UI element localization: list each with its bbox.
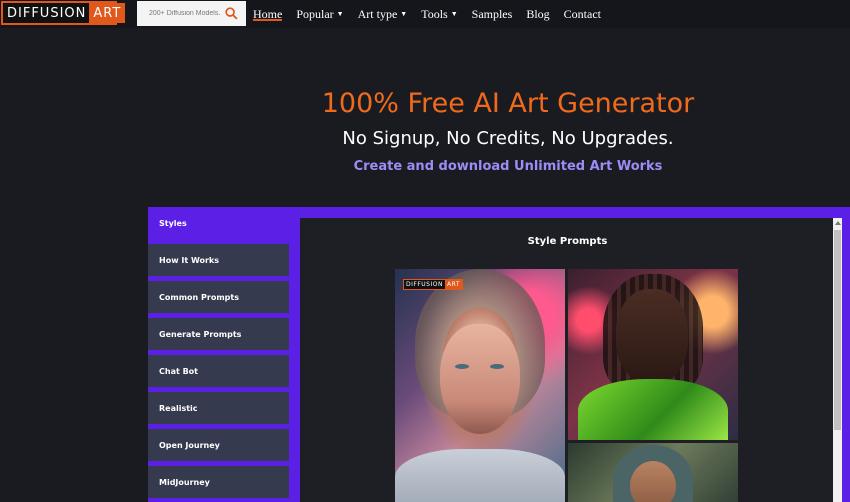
hero-title: 100% Free AI Art Generator (321, 88, 695, 119)
chevron-down-icon: ▼ (336, 10, 344, 18)
nav-tools[interactable]: Tools ▼ (421, 0, 457, 28)
content-scrollbar[interactable] (833, 218, 842, 502)
tab-midjourney[interactable]: MidJourney (148, 466, 289, 498)
top-header: DIFFUSION ART Home Popular▼ Art type▼ To… (0, 0, 850, 28)
main-nav: Home Popular ▼ Art type ▼ Tools ▼ Samples B… (253, 0, 615, 28)
tab-common-prompts[interactable]: Common Prompts (148, 281, 289, 313)
nav-samples[interactable]: Samples (472, 0, 513, 28)
content-title: Style Prompts (527, 236, 608, 247)
nav-art-type[interactable]: Art type ▼ (358, 0, 408, 28)
logo-text-accent: ART (89, 3, 126, 23)
search-icon[interactable] (225, 7, 238, 20)
nav-home[interactable]: Home (253, 0, 283, 28)
sample-image-woman-dreadlocks[interactable] (568, 269, 738, 440)
hero-subtitle: No Signup, No Credits, No Upgrades. (342, 128, 674, 149)
sample-image-woman-hood[interactable] (568, 443, 738, 502)
scroll-up-icon[interactable] (835, 221, 841, 225)
hero-cta-text: Create and download Unlimited Art Works (353, 159, 663, 174)
tabs-sidebar: Styles How It Works Common Prompts Gener… (148, 207, 289, 502)
nav-contact[interactable]: Contact (564, 0, 601, 28)
sample-image-blonde-woman[interactable] (395, 269, 565, 502)
image-watermark-logo: DIFFUSION ART (403, 279, 463, 290)
model-search (137, 1, 246, 26)
tab-generate-prompts[interactable]: Generate Prompts (148, 318, 289, 350)
tab-chat-bot[interactable]: Chat Bot (148, 355, 289, 387)
chevron-down-icon: ▼ (400, 10, 408, 18)
tab-how-it-works[interactable]: How It Works (148, 244, 289, 276)
scrollbar-thumb[interactable] (834, 230, 841, 430)
tab-styles[interactable]: Styles (148, 207, 289, 239)
tab-realistic[interactable]: Realistic (148, 392, 289, 424)
search-input[interactable] (137, 10, 221, 17)
nav-blog[interactable]: Blog (526, 0, 549, 28)
site-logo[interactable]: DIFFUSION ART (1, 1, 126, 25)
nav-popular[interactable]: Popular ▼ (296, 0, 343, 28)
logo-text: DIFFUSION (7, 5, 87, 21)
tab-open-journey[interactable]: Open Journey (148, 429, 289, 461)
chevron-down-icon: ▼ (450, 10, 458, 18)
